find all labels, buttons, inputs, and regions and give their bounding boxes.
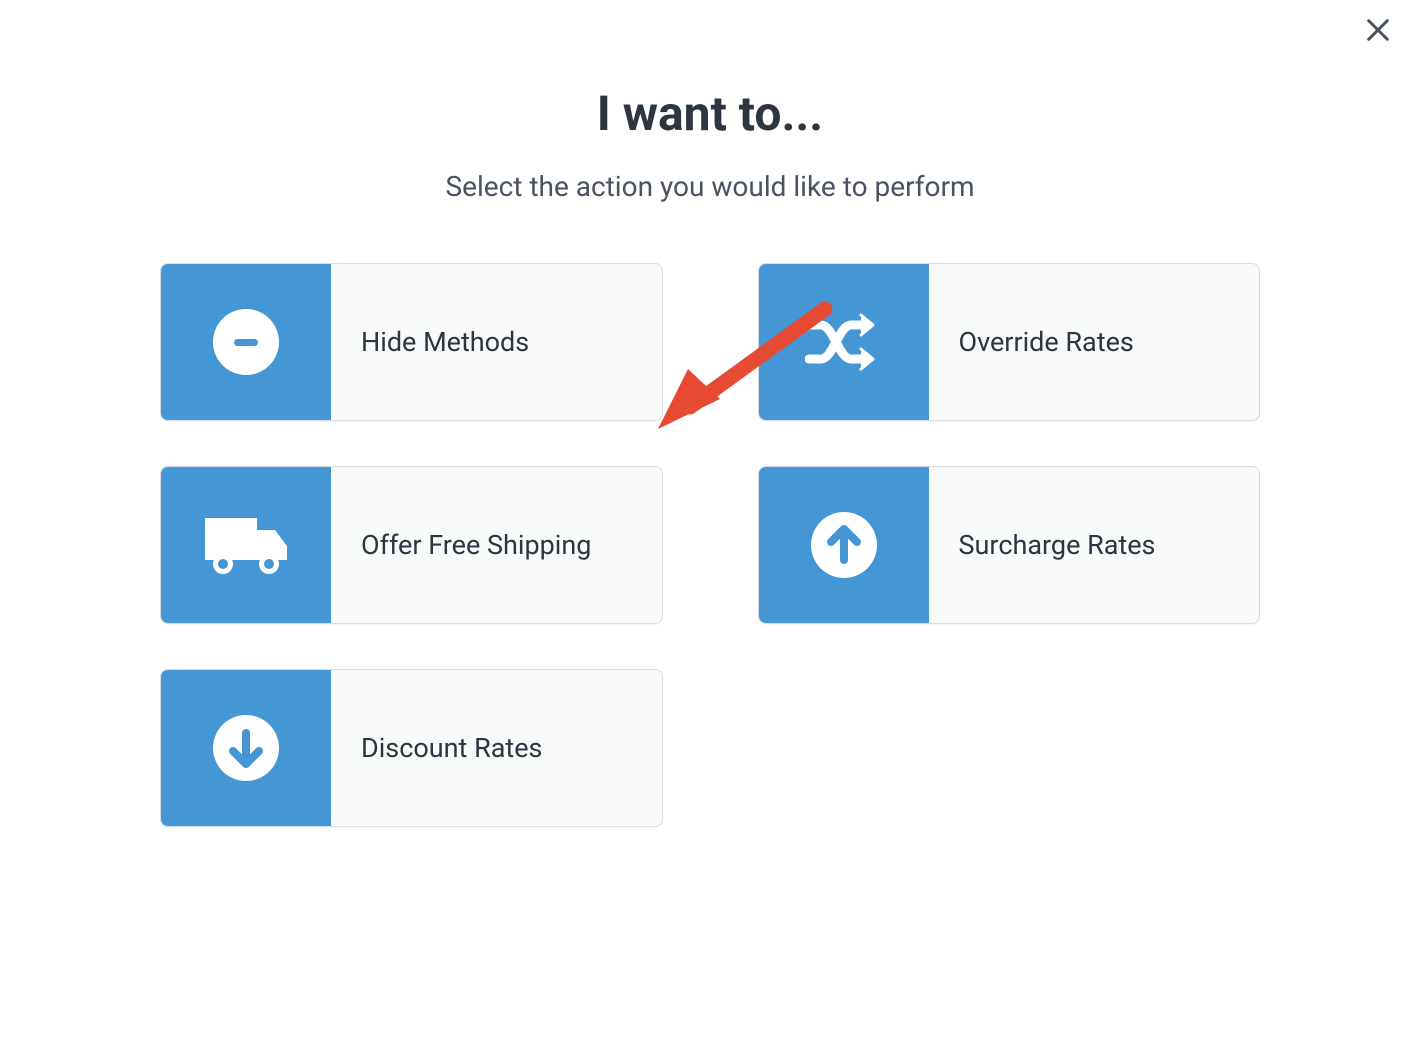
action-label: Surcharge Rates — [929, 467, 1156, 623]
action-discount-rates[interactable]: Discount Rates — [160, 669, 663, 827]
action-label: Discount Rates — [331, 670, 543, 826]
truck-icon — [161, 467, 331, 623]
action-label: Offer Free Shipping — [331, 467, 591, 623]
action-override-rates[interactable]: Override Rates — [758, 263, 1261, 421]
action-grid: Hide Methods Override Rates — [155, 263, 1265, 827]
close-button[interactable] — [1356, 10, 1400, 54]
arrow-down-circle-icon — [161, 670, 331, 826]
action-offer-free-shipping[interactable]: Offer Free Shipping — [160, 466, 663, 624]
action-surcharge-rates[interactable]: Surcharge Rates — [758, 466, 1261, 624]
minus-circle-icon — [161, 264, 331, 420]
action-label: Hide Methods — [331, 264, 529, 420]
shuffle-icon — [759, 264, 929, 420]
page-subtitle: Select the action you would like to perf… — [155, 170, 1265, 203]
arrow-up-circle-icon — [759, 467, 929, 623]
close-icon — [1364, 16, 1392, 48]
action-hide-methods[interactable]: Hide Methods — [160, 263, 663, 421]
action-label: Override Rates — [929, 264, 1134, 420]
action-selector: I want to... Select the action you would… — [155, 85, 1265, 827]
page-title: I want to... — [155, 85, 1265, 142]
